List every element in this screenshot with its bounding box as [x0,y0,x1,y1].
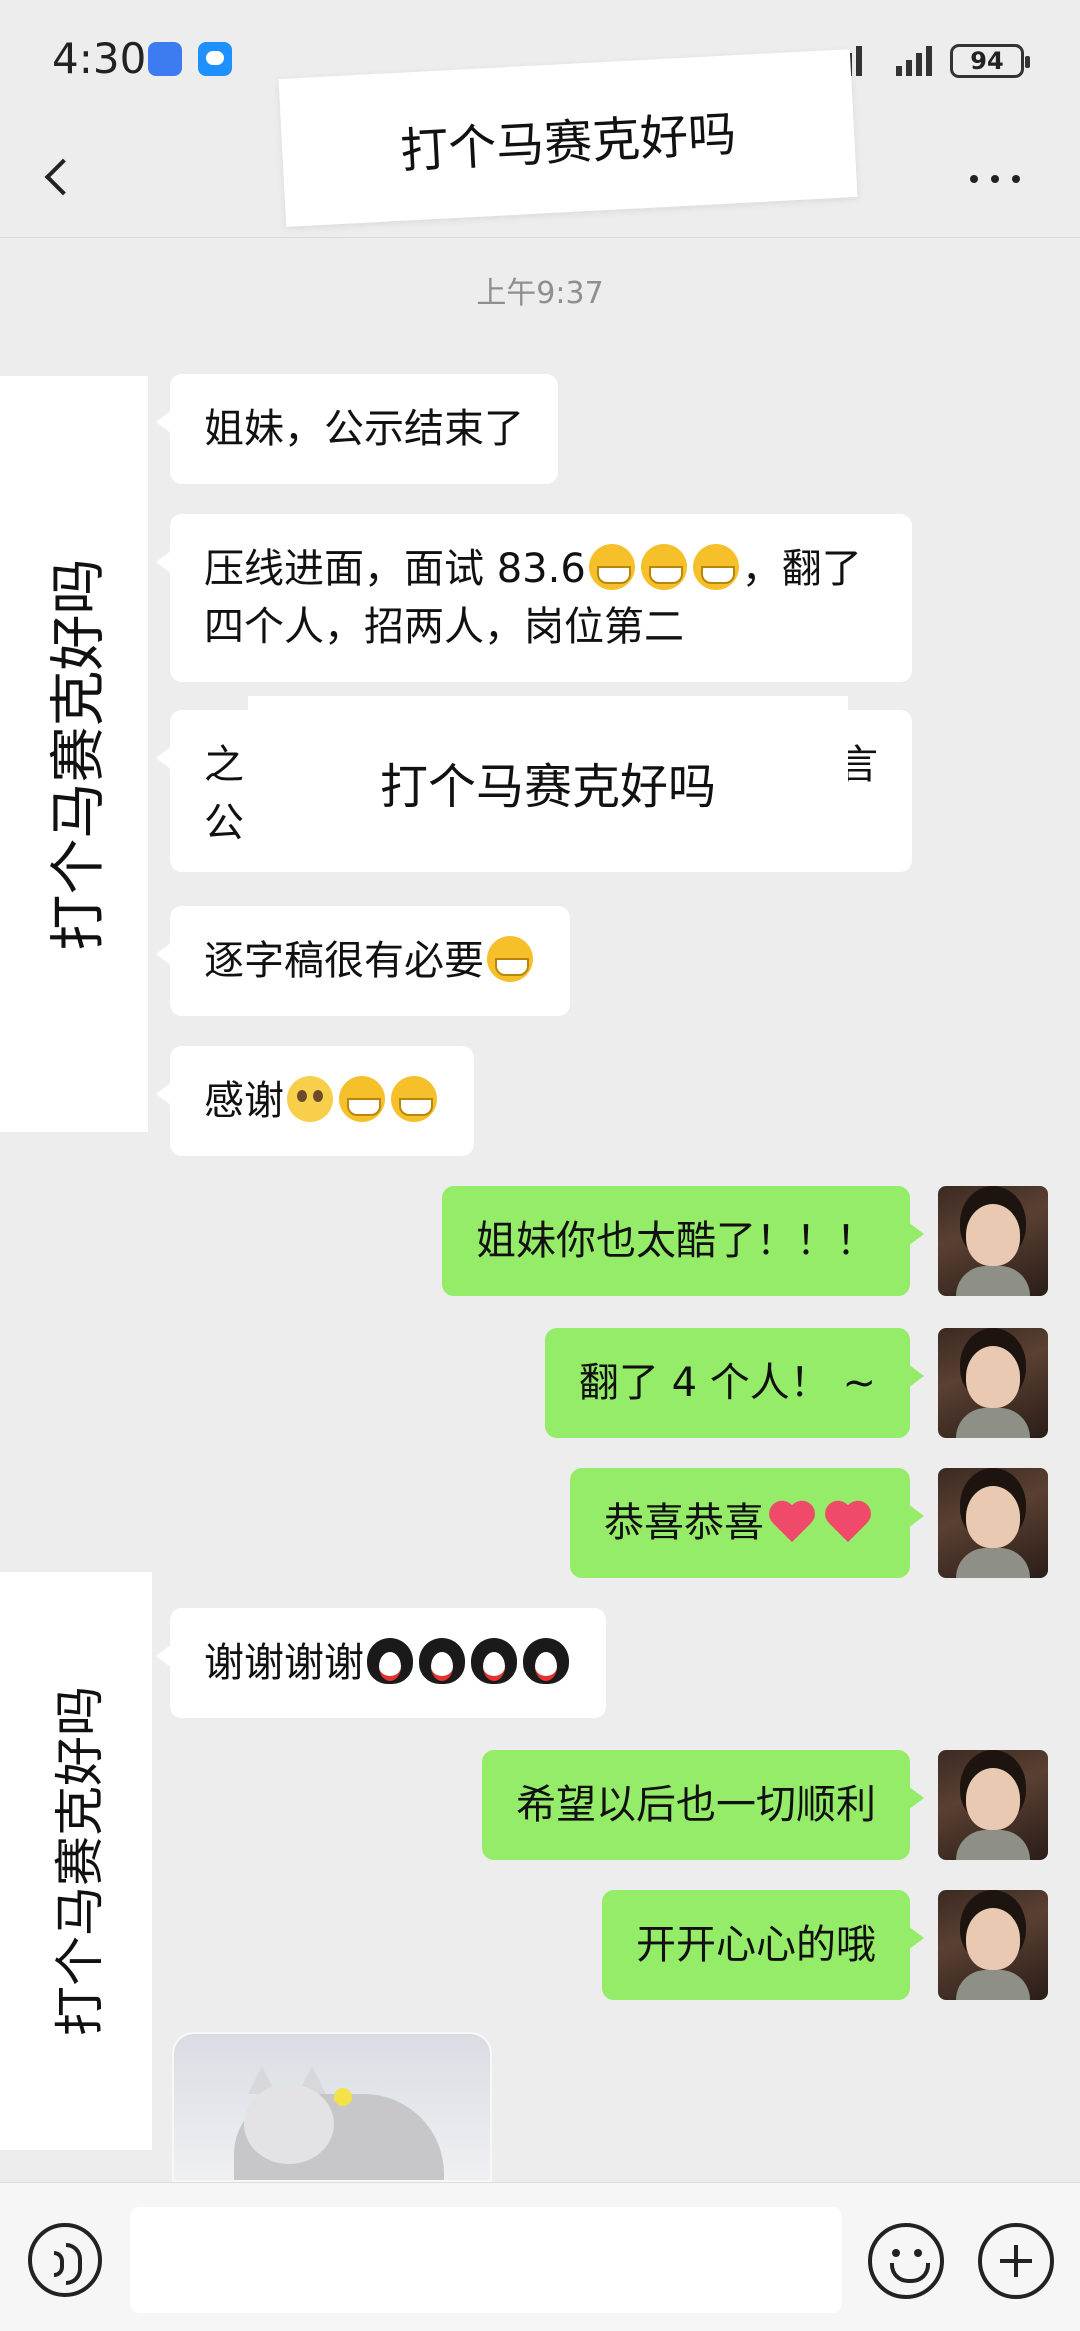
grin-emoji-icon [391,1076,437,1122]
user-avatar[interactable] [938,1186,1048,1296]
back-chevron-icon[interactable] [34,148,84,208]
message-text: 感谢 [204,1078,284,1124]
more-dots-icon[interactable] [970,164,1040,194]
overlay-sticker-mid: 打个马赛克好吗 [248,696,848,868]
grin-emoji-icon [640,544,687,590]
chat-input-bar [0,2182,1080,2331]
plus-icon[interactable] [978,2223,1054,2299]
heart-emoji-icon [823,1500,873,1544]
penguin-emoji-icon [419,1638,465,1684]
heart-emoji-icon [767,1500,817,1544]
overlay-sticker-left: 打个马赛克好吗 [0,376,148,1132]
message-bubble-outgoing[interactable]: 翻了 4 个人！ ~ [544,1328,925,1438]
message-input[interactable] [130,2207,842,2313]
app-notification-icon [148,42,182,76]
message-text: 恭喜恭喜 [604,1500,764,1546]
grin-emoji-icon [487,936,533,982]
message-text: 希望以后也一切顺利 [516,1782,876,1828]
teary-eyes-emoji-icon [287,1076,333,1122]
grin-emoji-icon [692,544,739,590]
message-text: 开开心心的哦 [636,1922,876,1968]
message-text: 姐妹，公示结束了 [204,406,524,452]
message-bubble-incoming[interactable]: 感谢 [156,1046,474,1156]
cat-photo-flower [334,2088,352,2106]
overlay-text: 打个马赛克好吗 [46,558,112,950]
image-message-cat-photo[interactable] [172,2032,492,2182]
message-text: 之 [204,742,244,788]
message-text: 压线进面，面试 83.6 [204,546,586,592]
message-bubble-outgoing[interactable]: 姐妹你也太酷了！！！ [442,1186,924,1296]
overlay-sticker-title: 打个马赛克好吗 [278,49,858,227]
penguin-emoji-icon [367,1638,413,1684]
overlay-text: 打个马赛克好吗 [51,1686,109,2036]
user-avatar[interactable] [938,1328,1048,1438]
message-bubble-outgoing[interactable]: 恭喜恭喜 [570,1468,924,1578]
overlay-sticker-left: 打个马赛克好吗 [0,1572,152,2150]
message-notification-icon [198,42,232,76]
status-time: 4:30 [52,34,147,83]
message-bubble-outgoing[interactable]: 开开心心的哦 [602,1890,924,2000]
cat-photo-head [244,2084,334,2164]
user-avatar[interactable] [938,1468,1048,1578]
overlay-text: 打个马赛克好吗 [399,106,738,180]
message-bubble-incoming[interactable]: 压线进面，面试 83.6 ，翻了四个人，招两人，岗位第二 [156,514,912,682]
message-text: 逐字稿很有必要 [204,938,484,984]
message-bubble-incoming[interactable]: 谢谢谢谢 [156,1608,606,1718]
grin-emoji-icon [339,1076,385,1122]
message-timestamp: 上午9:37 [476,276,604,311]
user-avatar[interactable] [938,1750,1048,1860]
message-bubble-incoming[interactable]: 姐妹，公示结束了 [156,374,558,484]
grin-emoji-icon [588,544,635,590]
battery-icon: 94 [950,44,1030,78]
signal-icon [896,44,932,76]
message-text: 姐妹你也太酷了！！！ [476,1218,876,1264]
user-avatar[interactable] [938,1890,1048,2000]
message-text: 翻了 4 个人！ ~ [578,1360,876,1406]
message-text: 谢谢谢谢 [204,1640,364,1686]
message-text: 公 [204,800,244,846]
message-bubble-outgoing[interactable]: 希望以后也一切顺利 [482,1750,924,1860]
overlay-text: 打个马赛克好吗 [379,759,716,815]
message-bubble-incoming[interactable]: 逐字稿很有必要 [156,906,570,1016]
emoji-smile-icon[interactable] [868,2223,944,2299]
penguin-emoji-icon [471,1638,517,1684]
penguin-emoji-icon [523,1638,569,1684]
voice-icon[interactable] [28,2223,102,2297]
